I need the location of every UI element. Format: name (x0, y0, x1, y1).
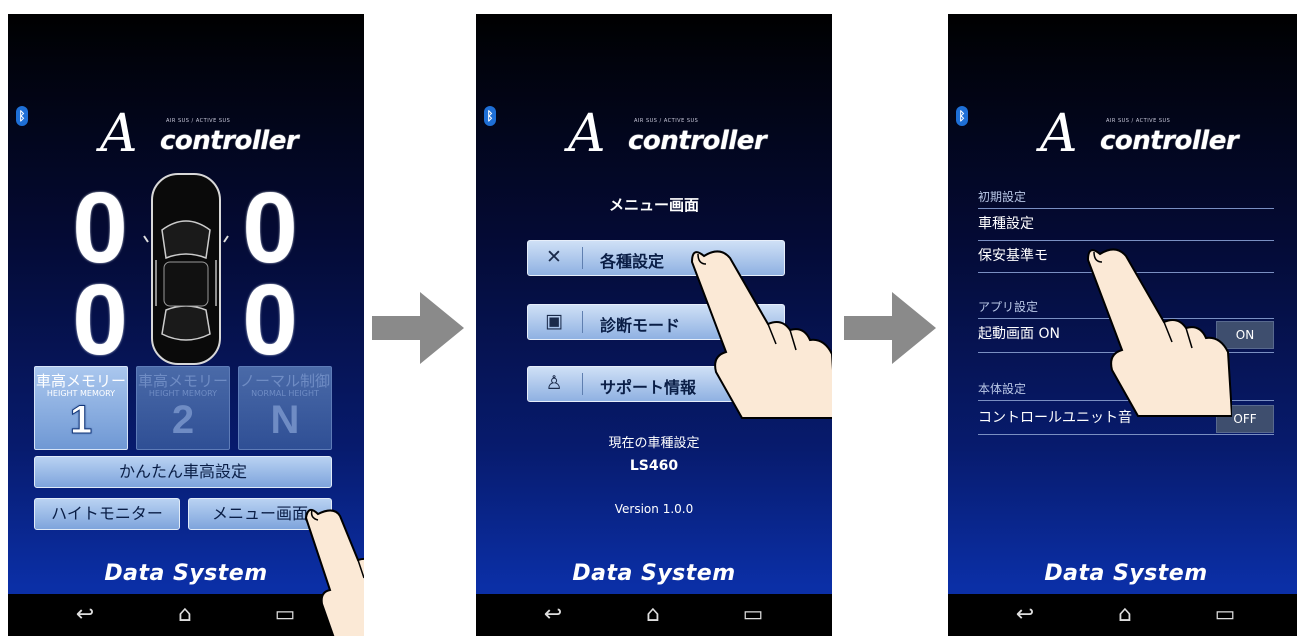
clipboard-icon: ▣ (545, 310, 563, 332)
wrench-icon: ✕ (546, 246, 562, 268)
height-front-right: 0 (242, 172, 298, 284)
android-nav-bar: ↩ ⌂ ▭ (476, 594, 832, 636)
car-model: LS460 (629, 458, 679, 474)
recent-apps-icon[interactable]: ▭ (270, 602, 300, 628)
section-body-settings: 本体設定 (978, 382, 1027, 396)
screen-settings: ᛒ A AIR SUS / ACTIVE SUS controller 初期設定… (948, 14, 1297, 636)
home-icon[interactable]: ⌂ (1110, 602, 1140, 628)
app-logo: A AIR SUS / ACTIVE SUS controller (1040, 104, 1239, 164)
section-app-settings: アプリ設定 (978, 300, 1039, 314)
back-icon[interactable]: ↩ (70, 602, 100, 628)
brand-logo: Data System (572, 561, 736, 586)
recent-apps-icon[interactable]: ▭ (738, 602, 768, 628)
pointing-hand-icon (304, 508, 364, 636)
pointing-hand-icon (1086, 248, 1232, 417)
height-front-left: 0 (72, 172, 128, 284)
easy-height-setting-button[interactable]: かんたん車高設定 (34, 456, 332, 488)
arrow-right-icon (844, 292, 936, 364)
recent-apps-icon[interactable]: ▭ (1210, 602, 1240, 628)
brand-logo: Data System (1044, 561, 1208, 586)
arrow-right-icon (372, 292, 464, 364)
height-monitor-button[interactable]: ハイトモニター (34, 498, 180, 530)
person-icon: ♙ (545, 372, 563, 394)
height-rear-right: 0 (242, 264, 298, 376)
back-icon[interactable]: ↩ (1010, 602, 1040, 628)
app-version: Version 1.0.0 (614, 502, 694, 516)
car-setting-item[interactable]: 車種設定 (978, 210, 1274, 238)
android-nav-bar: ↩ ⌂ ▭ (948, 594, 1297, 636)
app-logo: A AIR SUS / ACTIVE SUS controller (568, 104, 767, 164)
home-icon[interactable]: ⌂ (170, 602, 200, 628)
car-top-view-icon (143, 173, 229, 365)
page-title: メニュー画面 (608, 196, 699, 214)
section-initial-settings: 初期設定 (978, 190, 1027, 204)
screen-menu: ᛒ A AIR SUS / ACTIVE SUS controller メニュー… (476, 14, 832, 636)
height-memory-2-button[interactable]: 車高メモリー HEIGHT MEMORY 2 (136, 366, 230, 450)
screen-main: ᛒ A AIR SUS / ACTIVE SUS controller 0 0 … (8, 14, 364, 636)
home-icon[interactable]: ⌂ (638, 602, 668, 628)
app-logo: A AIR SUS / ACTIVE SUS controller (100, 104, 299, 164)
back-icon[interactable]: ↩ (538, 602, 568, 628)
current-car-label: 現在の車種設定 (608, 436, 700, 451)
height-rear-left: 0 (72, 264, 128, 376)
normal-height-button[interactable]: ノーマル制御 NORMAL HEIGHT N (238, 366, 332, 450)
height-memory-1-button[interactable]: 車高メモリー HEIGHT MEMORY 1 (34, 366, 128, 450)
pointing-hand-icon (690, 250, 832, 419)
